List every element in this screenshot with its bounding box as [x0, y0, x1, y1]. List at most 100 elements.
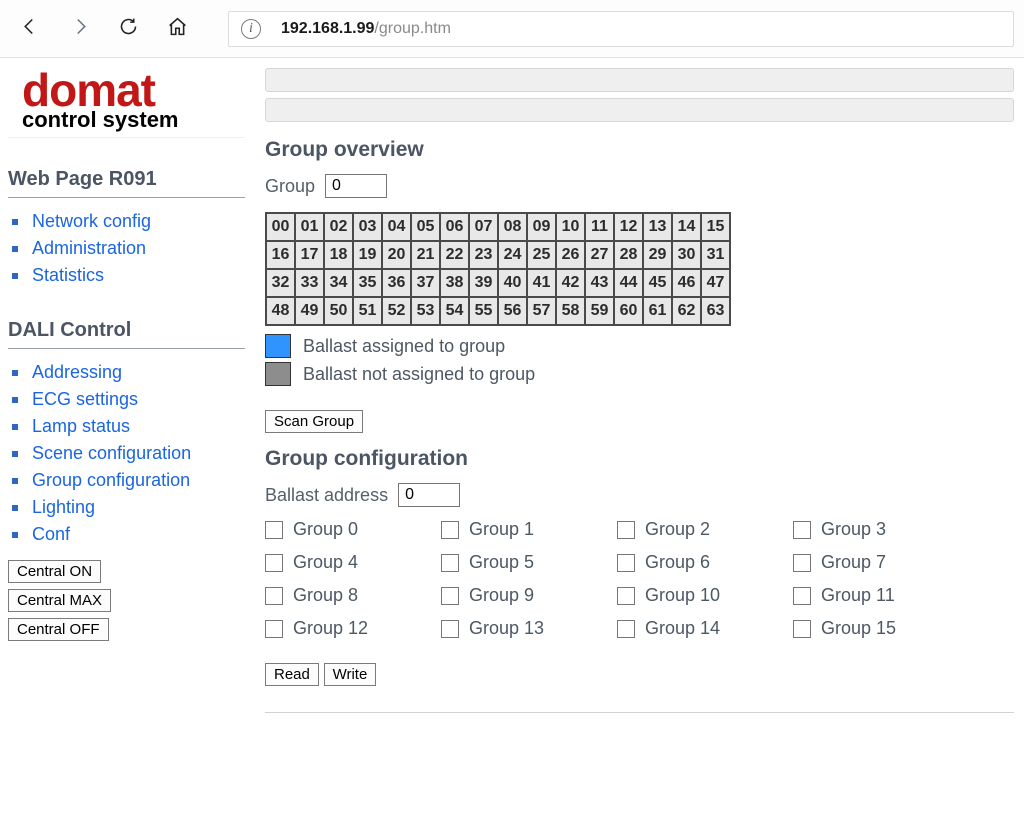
group-checkbox-10[interactable]: Group 10 [617, 585, 793, 606]
sidebar-item-lighting[interactable]: Lighting [12, 494, 245, 521]
ballast-cell[interactable]: 04 [382, 213, 411, 241]
link[interactable]: Addressing [32, 362, 122, 383]
group-checkbox-7[interactable]: Group 7 [793, 552, 969, 573]
checkbox[interactable] [793, 521, 811, 539]
group-checkbox-1[interactable]: Group 1 [441, 519, 617, 540]
ballast-cell[interactable]: 40 [498, 269, 527, 297]
checkbox[interactable] [265, 521, 283, 539]
ballast-cell[interactable]: 49 [295, 297, 324, 325]
address-bar[interactable]: i 192.168.1.99 /group.htm [228, 11, 1014, 47]
ballast-cell[interactable]: 06 [440, 213, 469, 241]
ballast-cell[interactable]: 24 [498, 241, 527, 269]
ballast-cell[interactable]: 17 [295, 241, 324, 269]
sidebar-item-scene-configuration[interactable]: Scene configuration [12, 440, 245, 467]
group-checkbox-15[interactable]: Group 15 [793, 618, 969, 639]
checkbox[interactable] [617, 554, 635, 572]
checkbox[interactable] [617, 620, 635, 638]
ballast-cell[interactable]: 34 [324, 269, 353, 297]
checkbox[interactable] [265, 587, 283, 605]
checkbox[interactable] [793, 554, 811, 572]
ballast-cell[interactable]: 42 [556, 269, 585, 297]
ballast-cell[interactable]: 43 [585, 269, 614, 297]
link[interactable]: Administration [32, 238, 146, 259]
scan-group-button[interactable]: Scan Group [265, 410, 363, 433]
central-on-button[interactable]: Central ON [8, 560, 101, 583]
group-checkbox-11[interactable]: Group 11 [793, 585, 969, 606]
ballast-cell[interactable]: 39 [469, 269, 498, 297]
checkbox[interactable] [793, 587, 811, 605]
link[interactable]: ECG settings [32, 389, 138, 410]
sidebar-item-group-configuration[interactable]: Group configuration [12, 467, 245, 494]
ballast-cell[interactable]: 22 [440, 241, 469, 269]
ballast-cell[interactable]: 35 [353, 269, 382, 297]
ballast-cell[interactable]: 11 [585, 213, 614, 241]
ballast-cell[interactable]: 63 [701, 297, 730, 325]
ballast-cell[interactable]: 53 [411, 297, 440, 325]
ballast-cell[interactable]: 29 [643, 241, 672, 269]
group-checkbox-4[interactable]: Group 4 [265, 552, 441, 573]
ballast-cell[interactable]: 23 [469, 241, 498, 269]
ballast-cell[interactable]: 00 [266, 213, 295, 241]
ballast-cell[interactable]: 14 [672, 213, 701, 241]
group-checkbox-3[interactable]: Group 3 [793, 519, 969, 540]
ballast-cell[interactable]: 05 [411, 213, 440, 241]
ballast-cell[interactable]: 03 [353, 213, 382, 241]
group-checkbox-2[interactable]: Group 2 [617, 519, 793, 540]
ballast-cell[interactable]: 08 [498, 213, 527, 241]
link[interactable]: Statistics [32, 265, 104, 286]
central-max-button[interactable]: Central MAX [8, 589, 111, 612]
refresh-button[interactable] [118, 16, 139, 42]
group-checkbox-13[interactable]: Group 13 [441, 618, 617, 639]
group-checkbox-8[interactable]: Group 8 [265, 585, 441, 606]
sidebar-item-addressing[interactable]: Addressing [12, 359, 245, 386]
group-checkbox-5[interactable]: Group 5 [441, 552, 617, 573]
central-off-button[interactable]: Central OFF [8, 618, 109, 641]
ballast-cell[interactable]: 46 [672, 269, 701, 297]
ballast-cell[interactable]: 33 [295, 269, 324, 297]
sidebar-item-conf[interactable]: Conf [12, 521, 245, 548]
checkbox[interactable] [793, 620, 811, 638]
link[interactable]: Conf [32, 524, 70, 545]
link[interactable]: Scene configuration [32, 443, 191, 464]
ballast-cell[interactable]: 50 [324, 297, 353, 325]
checkbox[interactable] [265, 620, 283, 638]
ballast-cell[interactable]: 02 [324, 213, 353, 241]
ballast-cell[interactable]: 62 [672, 297, 701, 325]
ballast-cell[interactable]: 12 [614, 213, 643, 241]
ballast-cell[interactable]: 10 [556, 213, 585, 241]
ballast-cell[interactable]: 01 [295, 213, 324, 241]
ballast-cell[interactable]: 55 [469, 297, 498, 325]
ballast-cell[interactable]: 38 [440, 269, 469, 297]
ballast-cell[interactable]: 48 [266, 297, 295, 325]
ballast-cell[interactable]: 59 [585, 297, 614, 325]
ballast-cell[interactable]: 51 [353, 297, 382, 325]
checkbox[interactable] [441, 620, 459, 638]
link[interactable]: Lamp status [32, 416, 130, 437]
ballast-cell[interactable]: 27 [585, 241, 614, 269]
ballast-cell[interactable]: 44 [614, 269, 643, 297]
ballast-cell[interactable]: 31 [701, 241, 730, 269]
checkbox[interactable] [441, 521, 459, 539]
ballast-cell[interactable]: 37 [411, 269, 440, 297]
back-button[interactable] [20, 16, 41, 42]
group-checkbox-6[interactable]: Group 6 [617, 552, 793, 573]
read-button[interactable]: Read [265, 663, 319, 686]
group-checkbox-9[interactable]: Group 9 [441, 585, 617, 606]
ballast-cell[interactable]: 45 [643, 269, 672, 297]
ballast-cell[interactable]: 30 [672, 241, 701, 269]
ballast-cell[interactable]: 60 [614, 297, 643, 325]
ballast-cell[interactable]: 54 [440, 297, 469, 325]
ballast-cell[interactable]: 25 [527, 241, 556, 269]
ballast-cell[interactable]: 32 [266, 269, 295, 297]
group-checkbox-12[interactable]: Group 12 [265, 618, 441, 639]
ballast-cell[interactable]: 52 [382, 297, 411, 325]
ballast-cell[interactable]: 18 [324, 241, 353, 269]
ballast-cell[interactable]: 47 [701, 269, 730, 297]
group-checkbox-0[interactable]: Group 0 [265, 519, 441, 540]
link[interactable]: Network config [32, 211, 151, 232]
ballast-cell[interactable]: 13 [643, 213, 672, 241]
ballast-cell[interactable]: 56 [498, 297, 527, 325]
ballast-cell[interactable]: 21 [411, 241, 440, 269]
ballast-cell[interactable]: 09 [527, 213, 556, 241]
checkbox[interactable] [617, 521, 635, 539]
